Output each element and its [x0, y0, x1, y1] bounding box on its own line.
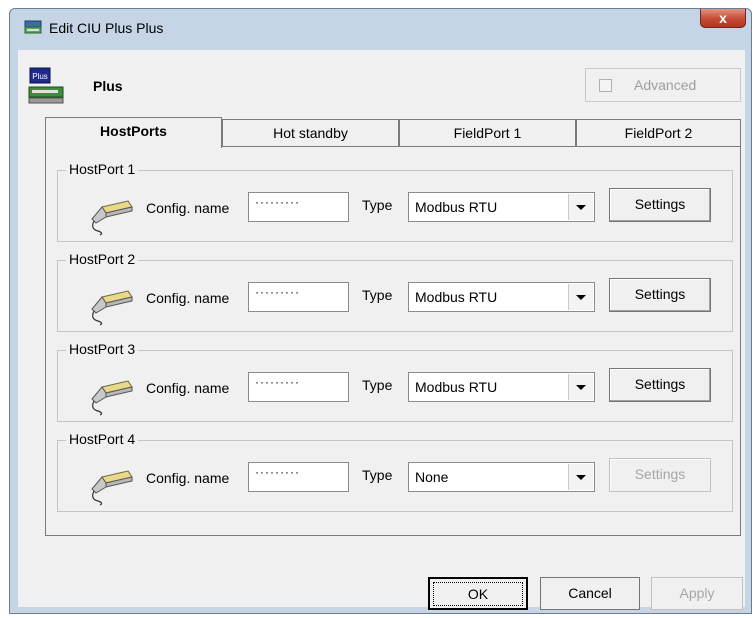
plus-device-icon: Plus — [28, 67, 64, 104]
type-label: Type — [362, 197, 393, 213]
hostport-1-group: HostPort 1 Config. name ········· Type M… — [57, 161, 733, 242]
type-label: Type — [362, 377, 393, 393]
tab-hot-standby[interactable]: Hot standby — [222, 119, 399, 147]
serial-connector-icon — [91, 380, 133, 416]
group-title: HostPort 1 — [66, 161, 139, 177]
settings-button[interactable]: Settings — [609, 278, 711, 312]
chevron-down-icon[interactable] — [568, 374, 593, 400]
advanced-checkbox[interactable]: Advanced — [585, 68, 741, 102]
close-icon: x — [719, 10, 727, 26]
tab-hostports[interactable]: HostPorts — [45, 117, 222, 148]
apply-button[interactable]: Apply — [651, 577, 743, 610]
settings-button[interactable]: Settings — [609, 188, 711, 222]
settings-button[interactable]: Settings — [609, 458, 711, 492]
tab-label: Hot standby — [273, 125, 348, 141]
type-value: Modbus RTU — [415, 289, 498, 305]
type-value: Modbus RTU — [415, 379, 498, 395]
type-value: None — [415, 469, 449, 485]
type-select[interactable]: None — [408, 462, 595, 492]
hostport-4-group: HostPort 4 Config. name ········· Type N… — [57, 431, 733, 512]
chevron-down-icon[interactable] — [568, 194, 593, 220]
dialog-window: Edit CIU Plus Plus x Plus Plus Advanced … — [9, 8, 752, 614]
tab-label: HostPorts — [100, 123, 167, 139]
group-title: HostPort 3 — [66, 341, 139, 357]
ciu-device-icon — [24, 20, 42, 34]
group-title: HostPort 2 — [66, 251, 139, 267]
hostport-2-group: HostPort 2 Config. name ········· Type M… — [57, 251, 733, 332]
type-label: Type — [362, 287, 393, 303]
checkbox-icon — [599, 79, 612, 92]
group-title: HostPort 4 — [66, 431, 139, 447]
title-bar[interactable]: Edit CIU Plus Plus x — [10, 9, 751, 51]
config-name-input[interactable]: ········· — [248, 372, 349, 402]
window-title: Edit CIU Plus Plus — [49, 20, 164, 36]
config-name-label: Config. name — [146, 200, 230, 216]
config-name-input[interactable]: ········· — [248, 282, 349, 312]
serial-connector-icon — [91, 470, 133, 506]
device-name: Plus — [93, 78, 123, 94]
type-value: Modbus RTU — [415, 199, 498, 215]
tab-label: FieldPort 2 — [624, 125, 693, 141]
chevron-down-icon[interactable] — [568, 464, 593, 490]
settings-button[interactable]: Settings — [609, 368, 711, 402]
type-select[interactable]: Modbus RTU — [408, 282, 595, 312]
type-label: Type — [362, 467, 393, 483]
advanced-label: Advanced — [634, 77, 697, 93]
ok-label: OK — [432, 582, 524, 606]
config-name-input[interactable]: ········· — [248, 462, 349, 492]
serial-connector-icon — [91, 290, 133, 326]
config-name-label: Config. name — [146, 470, 230, 486]
config-name-label: Config. name — [146, 290, 230, 306]
close-button[interactable]: x — [700, 9, 746, 28]
type-select[interactable]: Modbus RTU — [408, 192, 595, 222]
tab-label: FieldPort 1 — [453, 125, 522, 141]
chevron-down-icon[interactable] — [568, 284, 593, 310]
config-name-input[interactable]: ········· — [248, 192, 349, 222]
ok-button[interactable]: OK — [428, 577, 528, 610]
tab-fieldport-1[interactable]: FieldPort 1 — [399, 119, 576, 147]
serial-connector-icon — [91, 200, 133, 236]
plus-device-icon-label: Plus — [32, 72, 48, 81]
tab-fieldport-2[interactable]: FieldPort 2 — [576, 119, 741, 147]
type-select[interactable]: Modbus RTU — [408, 372, 595, 402]
config-name-label: Config. name — [146, 380, 230, 396]
cancel-button[interactable]: Cancel — [540, 577, 640, 610]
dialog-client-area: Plus Plus Advanced HostPorts Hot standby… — [18, 50, 745, 610]
hostport-3-group: HostPort 3 Config. name ········· Type M… — [57, 341, 733, 422]
hostports-panel: HostPort 1 Config. name ········· Type M… — [45, 146, 741, 536]
